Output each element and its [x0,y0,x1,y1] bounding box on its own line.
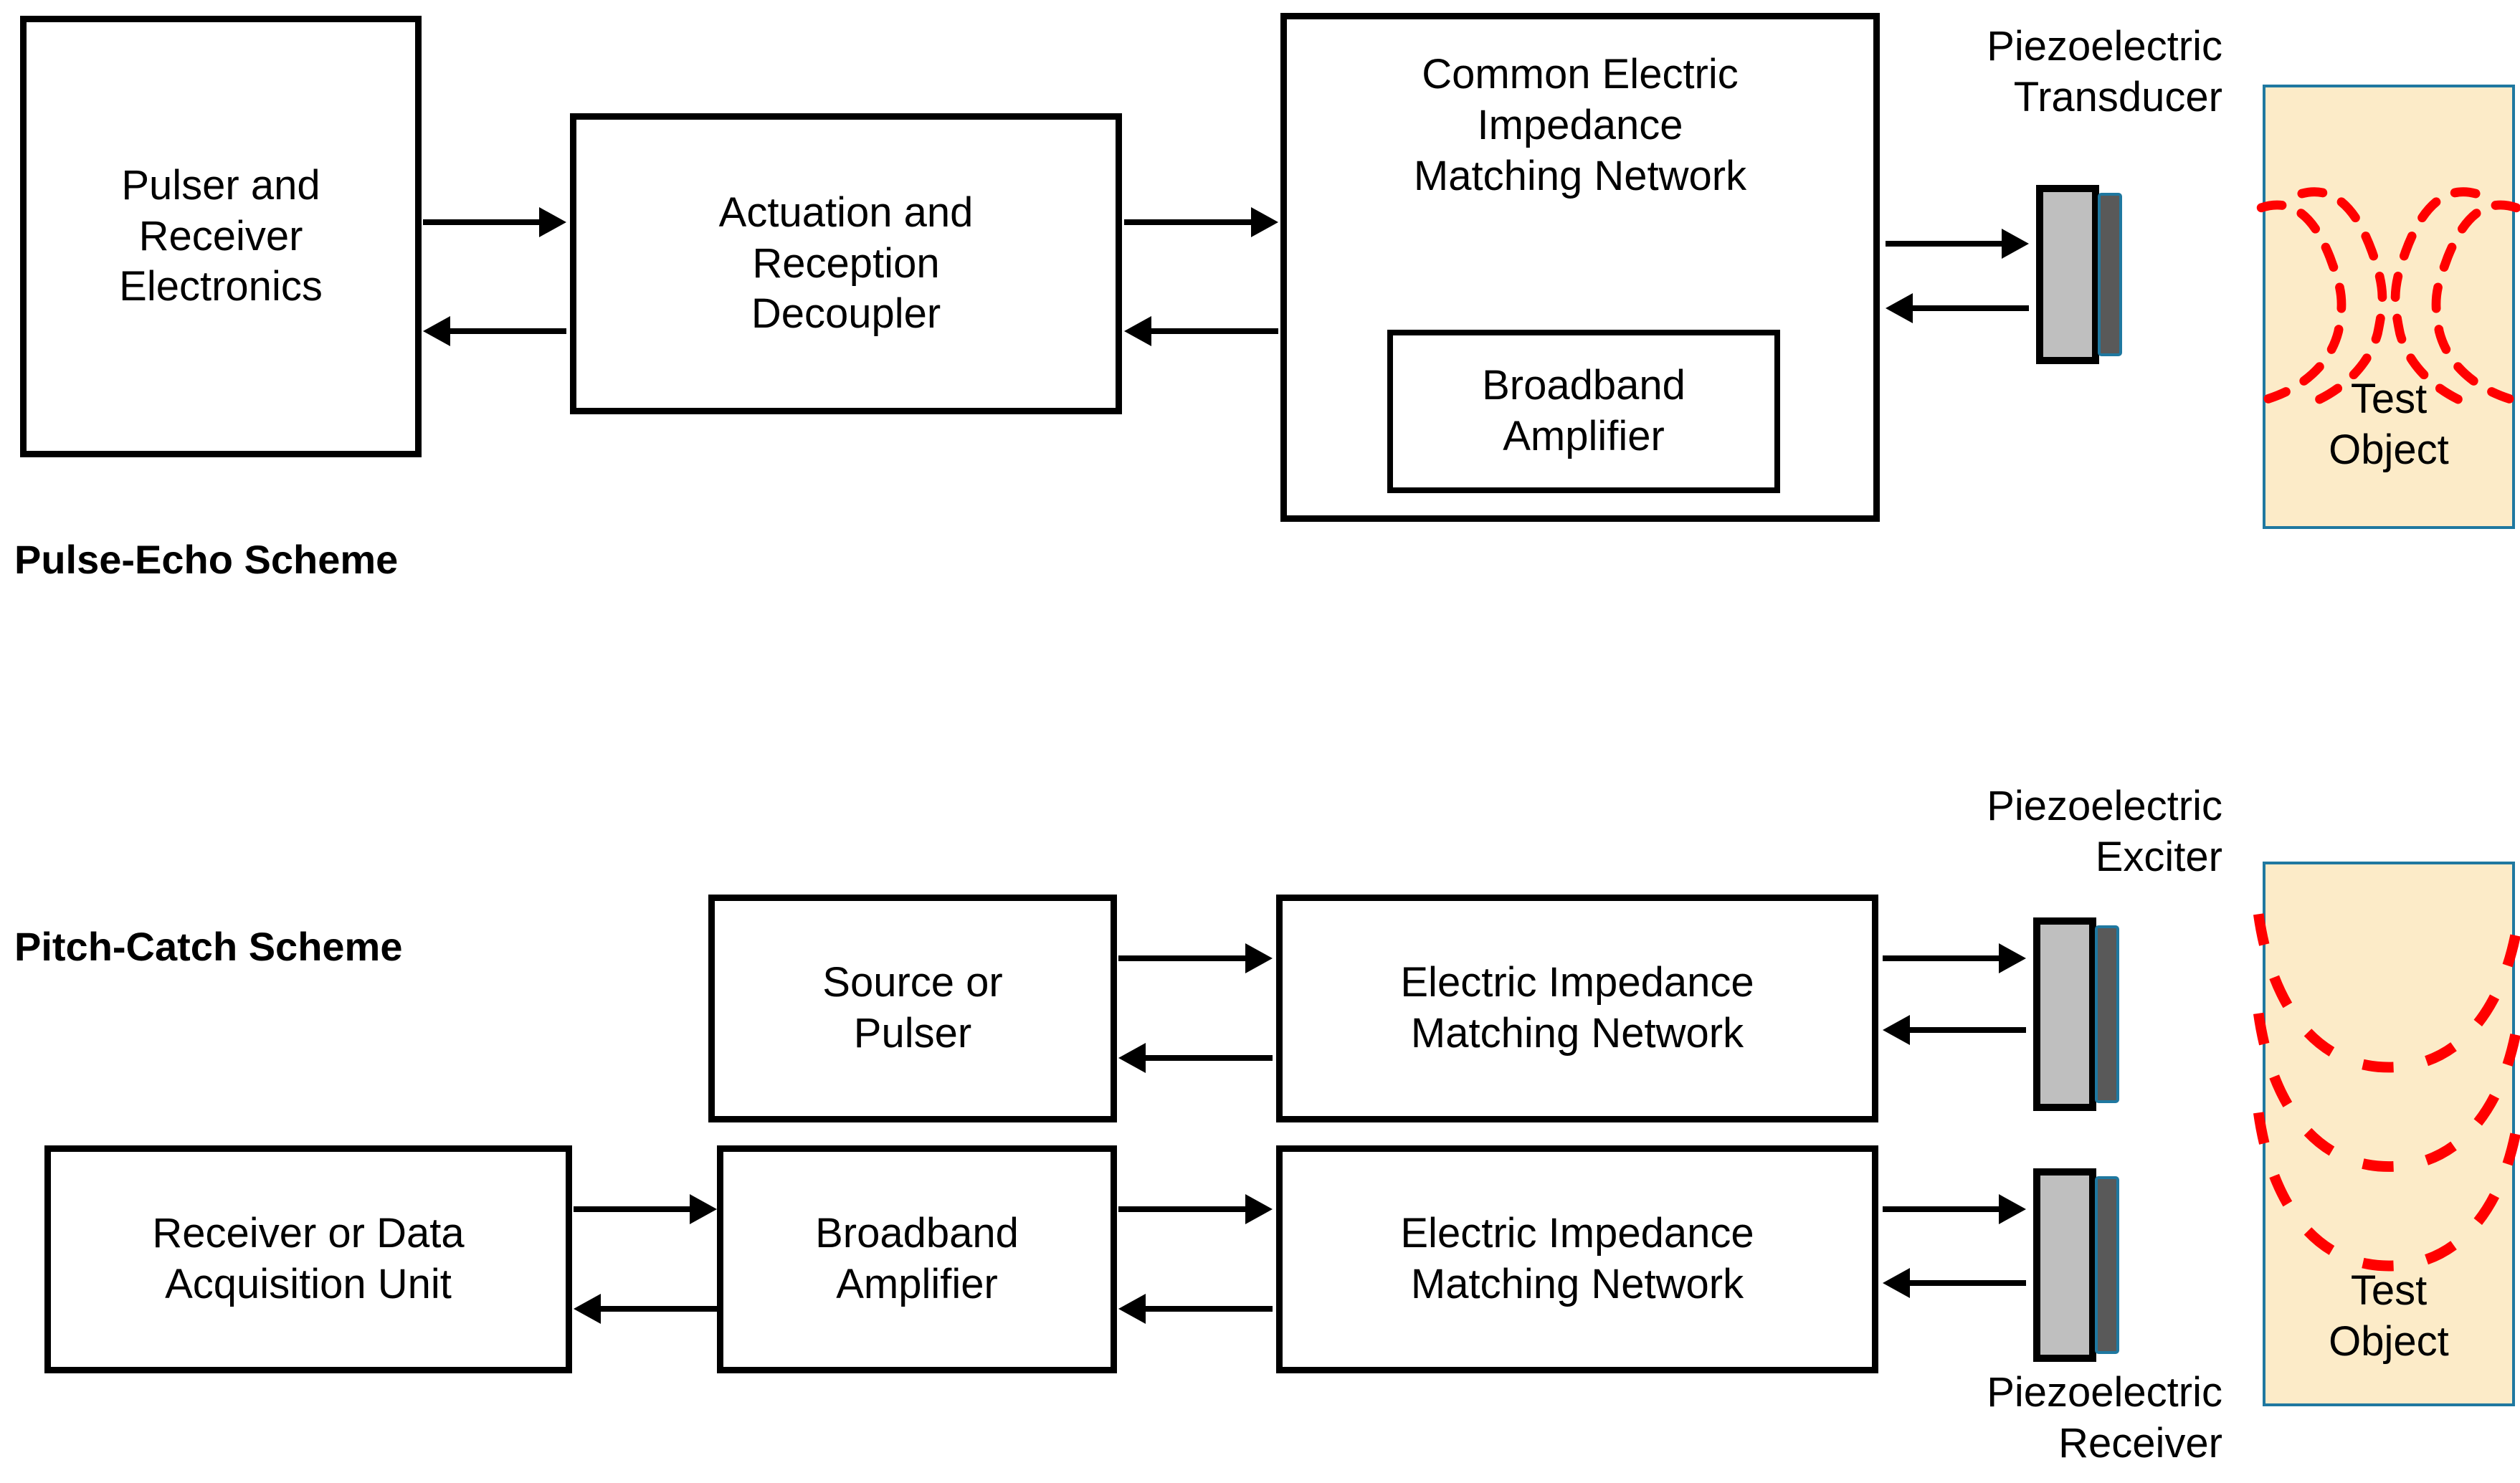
arrow-head-right-icon [1251,207,1278,237]
test-object-label-pitch-catch: Test Object [2329,1267,2449,1365]
arrow-head-right-icon [539,207,566,237]
arrow-head-right-icon [1999,943,2026,973]
arrow-shaft [423,219,541,225]
arrow-head-right-icon [2002,229,2029,259]
transducer-body-icon [2033,917,2096,1111]
arrow-shaft [1883,955,2001,961]
arrow-head-left-icon [1118,1294,1146,1324]
arrow-shaft [1118,1206,1247,1212]
test-object-pitch-catch: Test Object [2253,862,2520,1406]
block-broadband-amplifier-pitch-catch[interactable]: Broadband Amplifier [717,1145,1117,1373]
arrow-shaft [1883,1206,2001,1212]
arrow-head-left-icon [1886,293,1913,323]
piezoelectric-transducer-element[interactable] [2036,185,2122,364]
arrow-shaft [574,1206,692,1212]
arrow-head-right-icon [690,1194,717,1224]
arrow-shaft [1886,241,2004,247]
block-actuation-and-reception-decoupler[interactable]: Actuation and Reception Decoupler [570,113,1122,414]
arrow-head-right-icon [1999,1194,2026,1224]
arrow-head-right-icon [1245,943,1273,973]
block-electric-impedance-matching-network-receiver[interactable]: Electric Impedance Matching Network [1276,1145,1878,1373]
arrow-head-right-icon [1245,1194,1273,1224]
block-receiver-or-data-acquisition-unit[interactable]: Receiver or Data Acquisition Unit [44,1145,572,1373]
block-electric-impedance-matching-network-exciter[interactable]: Electric Impedance Matching Network [1276,895,1878,1122]
piezoelectric-exciter-element[interactable] [2033,917,2119,1111]
transducer-face-icon [2095,925,2119,1103]
arrow-head-left-icon [1883,1268,1910,1298]
transducer-face-icon [2095,1176,2119,1354]
test-object-label-pulse-echo: Test Object [2329,376,2449,473]
transducer-body-icon [2036,185,2099,364]
arrow-head-left-icon [1124,316,1151,346]
transducer-face-icon [2098,193,2122,356]
arrow-shaft [1124,219,1253,225]
scheme-title-pulse-echo: Pulse-Echo Scheme [14,537,399,582]
arrow-shaft [598,1306,717,1312]
arrow-shaft [1910,305,2029,311]
block-source-or-pulser[interactable]: Source or Pulser [708,895,1117,1122]
arrow-shaft [1143,1055,1273,1061]
arrow-shaft [1907,1027,2026,1033]
block-broadband-amplifier-pulse-echo[interactable]: Broadband Amplifier [1387,330,1780,493]
arrow-shaft [1143,1306,1273,1312]
arrow-shaft [447,328,566,334]
arrow-head-left-icon [423,316,450,346]
test-object-pulse-echo: Test Object [2256,85,2520,529]
scheme-title-pitch-catch: Pitch-Catch Scheme [14,924,403,969]
label-piezoelectric-receiver: Piezoelectric Receiver [1987,1369,2222,1467]
arrow-shaft [1118,955,1247,961]
arrow-shaft [1907,1280,2026,1286]
piezoelectric-receiver-element[interactable] [2033,1168,2119,1362]
label-piezoelectric-exciter: Piezoelectric Exciter [1987,783,2222,880]
arrow-shaft [1149,328,1278,334]
block-pulser-and-receiver-electronics[interactable]: Pulser and Receiver Electronics [20,16,422,457]
diagram-canvas: Pulser and Receiver Electronics Actuatio… [0,0,2520,1483]
arrow-head-left-icon [1118,1043,1146,1073]
transducer-body-icon [2033,1168,2096,1362]
arrow-head-left-icon [574,1294,601,1324]
arrow-head-left-icon [1883,1015,1910,1045]
label-piezoelectric-transducer: Piezoelectric Transducer [1987,23,2222,120]
